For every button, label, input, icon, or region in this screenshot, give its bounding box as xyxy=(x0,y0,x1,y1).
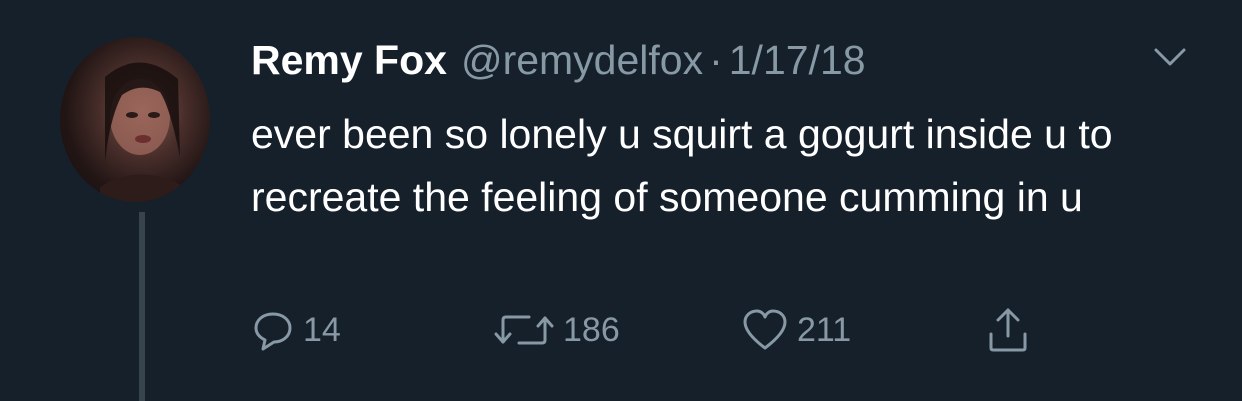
retweet-icon xyxy=(493,308,555,352)
avatar[interactable] xyxy=(60,37,210,202)
reply-count: 14 xyxy=(303,310,341,349)
display-name[interactable]: Remy Fox xyxy=(251,36,447,84)
reply-button[interactable]: 14 xyxy=(251,305,341,355)
share-button[interactable] xyxy=(986,305,1030,355)
heart-icon xyxy=(741,308,789,352)
like-button[interactable]: 211 xyxy=(741,305,851,355)
separator-dot: · xyxy=(709,37,723,83)
retweet-count: 186 xyxy=(563,310,620,349)
share-icon xyxy=(986,306,1030,354)
chevron-down-icon[interactable] xyxy=(1150,42,1190,72)
thread-line xyxy=(139,212,145,401)
tweet-actions: 14 186 211 xyxy=(251,305,1071,355)
user-handle[interactable]: @remydelfox xyxy=(461,36,703,84)
like-count: 211 xyxy=(797,310,852,349)
tweet-text: ever been so lonely u squirt a gogurt in… xyxy=(251,111,1113,220)
reply-icon xyxy=(251,308,295,352)
tweet-date[interactable]: 1/17/18 xyxy=(729,36,866,84)
tweet-header: Remy Fox @remydelfox · 1/17/18 xyxy=(251,36,866,84)
retweet-button[interactable]: 186 xyxy=(493,305,620,355)
